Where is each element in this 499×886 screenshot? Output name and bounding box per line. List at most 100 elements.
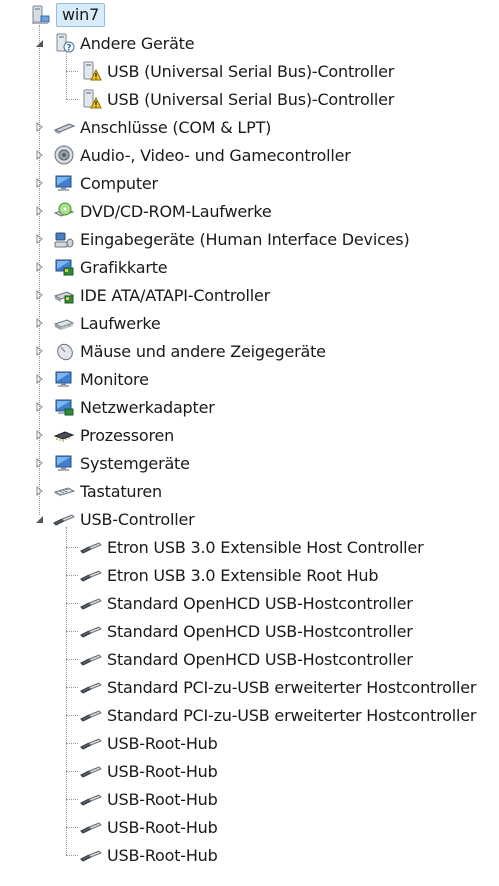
category-usb-controller-label: USB-Controller xyxy=(80,509,195,529)
category-anschluesse-com-lpt[interactable]: Anschlüsse (COM & LPT) xyxy=(52,113,271,141)
svg-text:?: ? xyxy=(66,44,71,54)
category-eingabegeraete-human-interface-devices-label: Eingabegeräte (Human Interface Devices) xyxy=(80,229,410,249)
speaker-icon xyxy=(52,144,76,166)
device-usb-10-label: USB-Root-Hub xyxy=(107,789,218,809)
device-usb-12[interactable]: USB-Root-Hub xyxy=(79,841,218,869)
expand-arrow-icon[interactable] xyxy=(34,290,44,300)
tree-connector-line xyxy=(66,659,78,660)
tree-connector-line xyxy=(66,575,78,576)
category-laufwerke[interactable]: Laufwerke xyxy=(52,309,161,337)
category-monitore[interactable]: Monitore xyxy=(52,365,149,393)
category-netzwerkadapter[interactable]: Netzwerkadapter xyxy=(52,393,215,421)
usb-icon xyxy=(79,788,103,810)
tree-root-win7-label: win7 xyxy=(56,3,106,27)
expand-arrow-icon[interactable] xyxy=(34,262,44,272)
expand-arrow-icon[interactable] xyxy=(34,318,44,328)
device-andere-2[interactable]: USB (Universal Serial Bus)-Controller xyxy=(79,85,394,113)
category-andere-geraete-label: Andere Geräte xyxy=(80,33,195,53)
device-usb-8[interactable]: USB-Root-Hub xyxy=(79,729,218,757)
keyboard-icon xyxy=(52,480,76,502)
expand-arrow-icon[interactable] xyxy=(34,346,44,356)
device-usb-10[interactable]: USB-Root-Hub xyxy=(79,785,218,813)
device-usb-8-label: USB-Root-Hub xyxy=(107,733,218,753)
category-tastaturen[interactable]: Tastaturen xyxy=(52,477,162,505)
ide-controller-icon xyxy=(52,284,76,306)
category-computer-label: Computer xyxy=(80,173,158,193)
disk-drive-icon xyxy=(52,312,76,334)
tree-connector-line xyxy=(66,715,78,716)
device-usb-5[interactable]: Standard OpenHCD USB-Hostcontroller xyxy=(79,645,413,673)
device-andere-2-label: USB (Universal Serial Bus)-Controller xyxy=(107,89,395,109)
device-usb-11[interactable]: USB-Root-Hub xyxy=(79,813,218,841)
device-usb-9-label: USB-Root-Hub xyxy=(107,761,218,781)
category-usb-controller[interactable]: USB-Controller xyxy=(52,505,195,533)
device-usb-3[interactable]: Standard OpenHCD USB-Hostcontroller xyxy=(79,589,413,617)
category-audio-video-und-gamecontroller[interactable]: Audio-, Video- und Gamecontroller xyxy=(52,141,351,169)
expand-arrow-icon[interactable] xyxy=(34,206,44,216)
category-andere-geraete[interactable]: ? Andere Geräte xyxy=(52,29,195,57)
category-maeuse-und-andere-zeigegeraete[interactable]: Mäuse und andere Zeigegeräte xyxy=(52,337,326,365)
expand-arrow-icon[interactable] xyxy=(34,150,44,160)
device-usb-2[interactable]: Etron USB 3.0 Extensible Root Hub xyxy=(79,561,379,589)
usb-icon xyxy=(79,816,103,838)
device-usb-2-label: Etron USB 3.0 Extensible Root Hub xyxy=(107,565,379,585)
category-grafikkarte-label: Grafikkarte xyxy=(80,257,168,277)
collapse-arrow-icon[interactable] xyxy=(34,38,44,48)
usb-icon xyxy=(79,704,103,726)
tree-connector-line xyxy=(66,99,78,100)
tree-connector-line xyxy=(66,743,78,744)
device-usb-4-label: Standard OpenHCD USB-Hostcontroller xyxy=(107,621,413,641)
collapse-arrow-icon[interactable] xyxy=(34,514,44,524)
tree-connector-line xyxy=(66,771,78,772)
expand-arrow-icon[interactable] xyxy=(34,402,44,412)
expand-arrow-icon[interactable] xyxy=(34,430,44,440)
display-adapter-icon xyxy=(52,256,76,278)
tree-connector-line xyxy=(66,527,67,855)
tree-connector-line xyxy=(66,855,78,856)
unknown-device-icon: ? xyxy=(52,32,76,54)
category-grafikkarte[interactable]: Grafikkarte xyxy=(52,253,168,281)
category-ide-ata-atapi-controller[interactable]: IDE ATA/ATAPI-Controller xyxy=(52,281,270,309)
expand-arrow-icon[interactable] xyxy=(34,234,44,244)
usb-icon xyxy=(79,676,103,698)
device-andere-1[interactable]: USB (Universal Serial Bus)-Controller xyxy=(79,57,394,85)
expand-arrow-icon[interactable] xyxy=(34,458,44,468)
category-dvd-cd-rom-laufwerke-label: DVD/CD-ROM-Laufwerke xyxy=(80,201,272,221)
category-dvd-cd-rom-laufwerke[interactable]: DVD/CD-ROM-Laufwerke xyxy=(52,197,272,225)
computer-icon xyxy=(28,4,52,26)
device-usb-4[interactable]: Standard OpenHCD USB-Hostcontroller xyxy=(79,617,413,645)
device-usb-11-label: USB-Root-Hub xyxy=(107,817,218,837)
category-anschluesse-com-lpt-label: Anschlüsse (COM & LPT) xyxy=(80,117,272,137)
usb-icon xyxy=(79,564,103,586)
expand-arrow-icon[interactable] xyxy=(34,486,44,496)
device-andere-1-label: USB (Universal Serial Bus)-Controller xyxy=(107,61,395,81)
category-monitore-label: Monitore xyxy=(80,369,149,389)
usb-icon xyxy=(79,732,103,754)
expand-arrow-icon[interactable] xyxy=(34,374,44,384)
device-usb-1[interactable]: Etron USB 3.0 Extensible Host Controller xyxy=(79,533,424,561)
device-usb-9[interactable]: USB-Root-Hub xyxy=(79,757,218,785)
category-tastaturen-label: Tastaturen xyxy=(80,481,162,501)
category-eingabegeraete-human-interface-devices[interactable]: Eingabegeräte (Human Interface Devices) xyxy=(52,225,410,253)
device-usb-5-label: Standard OpenHCD USB-Hostcontroller xyxy=(107,649,413,669)
usb-icon xyxy=(79,536,103,558)
category-maeuse-und-andere-zeigegeraete-label: Mäuse und andere Zeigegeräte xyxy=(80,341,326,361)
category-prozessoren[interactable]: Prozessoren xyxy=(52,421,174,449)
category-ide-ata-atapi-controller-label: IDE ATA/ATAPI-Controller xyxy=(80,285,271,305)
device-usb-3-label: Standard OpenHCD USB-Hostcontroller xyxy=(107,593,413,613)
expand-arrow-icon[interactable] xyxy=(34,122,44,132)
category-netzwerkadapter-label: Netzwerkadapter xyxy=(80,397,215,417)
device-usb-7-label: Standard PCI-zu-USB erweiterter Hostcont… xyxy=(107,705,477,725)
device-usb-6[interactable]: Standard PCI-zu-USB erweiterter Hostcont… xyxy=(79,673,476,701)
mouse-icon xyxy=(52,340,76,362)
disc-drive-icon xyxy=(52,200,76,222)
category-computer[interactable]: Computer xyxy=(52,169,158,197)
network-adapter-icon xyxy=(52,396,76,418)
device-usb-6-label: Standard PCI-zu-USB erweiterter Hostcont… xyxy=(107,677,477,697)
device-usb-7[interactable]: Standard PCI-zu-USB erweiterter Hostcont… xyxy=(79,701,476,729)
category-laufwerke-label: Laufwerke xyxy=(80,313,161,333)
expand-arrow-icon[interactable] xyxy=(34,178,44,188)
category-systemgeraete[interactable]: Systemgeräte xyxy=(52,449,190,477)
warning-device-icon xyxy=(79,88,103,110)
tree-connector-line xyxy=(66,547,78,548)
